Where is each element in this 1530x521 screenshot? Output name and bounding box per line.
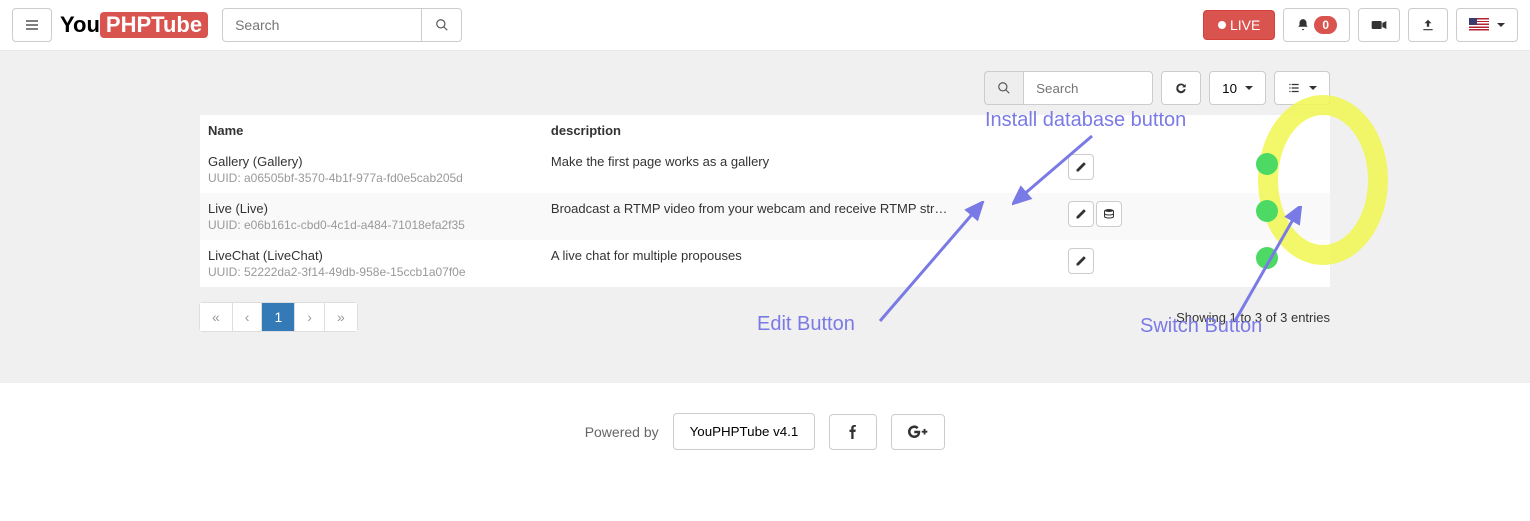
camera-icon <box>1371 19 1387 31</box>
page-last[interactable]: » <box>325 303 357 331</box>
main-area: 10 Name description Gallery (Gallery) UUI… <box>0 51 1530 382</box>
googleplus-button[interactable] <box>891 414 945 450</box>
upload-button[interactable] <box>1408 8 1448 42</box>
edit-button[interactable] <box>1068 201 1094 227</box>
row-uuid: UUID: a06505bf-3570-4b1f-977a-fd0e5cab20… <box>208 171 535 185</box>
search-icon <box>997 81 1011 95</box>
entries-info: Showing 1 to 3 of 3 entries <box>1176 310 1330 325</box>
logo-you: You <box>60 12 100 38</box>
col-description-header[interactable]: description <box>543 115 1060 146</box>
row-description: Make the first page works as a gallery <box>543 146 1060 193</box>
table-toolbar: 10 <box>200 71 1330 105</box>
table-search-group <box>984 71 1153 105</box>
edit-icon <box>1075 208 1087 220</box>
page-size-dropdown[interactable]: 10 <box>1209 71 1266 105</box>
toggle-knob <box>1256 200 1278 222</box>
page-size-value: 10 <box>1222 81 1237 96</box>
live-label: LIVE <box>1230 17 1260 33</box>
search-icon <box>435 18 449 32</box>
edit-button[interactable] <box>1068 248 1094 274</box>
bell-icon <box>1296 18 1310 32</box>
menu-toggle-button[interactable] <box>12 8 52 42</box>
columns-dropdown[interactable] <box>1274 71 1330 105</box>
row-uuid: UUID: 52222da2-3f14-49db-958e-15ccb1a07f… <box>208 265 535 279</box>
upload-icon <box>1421 18 1435 32</box>
plugins-table: Name description Gallery (Gallery) UUID: … <box>200 115 1330 287</box>
page-1[interactable]: 1 <box>262 303 294 331</box>
caret-down-icon <box>1245 86 1253 90</box>
row-name: Live (Live) <box>208 201 535 216</box>
powered-by-label: Powered by <box>585 424 659 440</box>
edit-icon <box>1075 255 1087 267</box>
caret-down-icon <box>1497 23 1505 27</box>
row-name: Gallery (Gallery) <box>208 154 535 169</box>
footer: Powered by YouPHPTube v4.1 <box>0 382 1530 480</box>
live-button[interactable]: LIVE <box>1203 10 1275 40</box>
nav-right: LIVE 0 <box>1203 8 1518 42</box>
pagination: « ‹ 1 › » <box>200 302 358 332</box>
flag-us-icon <box>1469 18 1489 32</box>
row-description: A live chat for multiple propouses <box>543 240 1060 287</box>
top-navbar: YouPHPTube LIVE 0 <box>0 0 1530 51</box>
language-button[interactable] <box>1456 8 1518 42</box>
global-search-button[interactable] <box>422 8 462 42</box>
table-search-addon <box>984 71 1023 105</box>
pager-row: « ‹ 1 › » Showing 1 to 3 of 3 entries <box>200 302 1330 332</box>
col-name-header[interactable]: Name <box>200 115 543 146</box>
refresh-icon <box>1174 81 1188 95</box>
row-description: Broadcast a RTMP video from your webcam … <box>543 193 1060 240</box>
caret-down-icon <box>1309 86 1317 90</box>
database-icon <box>1103 208 1115 220</box>
table-row: Gallery (Gallery) UUID: a06505bf-3570-4b1… <box>200 146 1330 193</box>
notification-badge: 0 <box>1314 16 1337 34</box>
hamburger-icon <box>24 17 40 33</box>
table-search-input[interactable] <box>1023 71 1153 105</box>
page-next[interactable]: › <box>295 303 324 331</box>
version-label: YouPHPTube v4.1 <box>690 424 799 439</box>
logo-phptube: PHPTube <box>100 12 208 38</box>
global-search-input[interactable] <box>222 8 422 42</box>
facebook-icon <box>846 425 860 439</box>
toggle-knob <box>1256 153 1278 175</box>
page-first[interactable]: « <box>200 303 232 331</box>
version-button[interactable]: YouPHPTube v4.1 <box>673 413 816 450</box>
table-row: Live (Live) UUID: e06b161c-cbd0-4c1d-a484… <box>200 193 1330 240</box>
table-row: LiveChat (LiveChat) UUID: 52222da2-3f14-4… <box>200 240 1330 287</box>
camera-button[interactable] <box>1358 8 1400 42</box>
googleplus-icon <box>908 425 928 439</box>
list-icon <box>1287 81 1301 95</box>
notifications-button[interactable]: 0 <box>1283 8 1350 42</box>
facebook-button[interactable] <box>829 414 877 450</box>
refresh-button[interactable] <box>1161 71 1201 105</box>
logo[interactable]: YouPHPTube <box>60 12 208 38</box>
global-search-group <box>222 8 462 42</box>
edit-button[interactable] <box>1068 154 1094 180</box>
row-uuid: UUID: e06b161c-cbd0-4c1d-a484-71018efa2f… <box>208 218 535 232</box>
toggle-knob <box>1256 247 1278 269</box>
edit-icon <box>1075 161 1087 173</box>
page-prev[interactable]: ‹ <box>233 303 262 331</box>
install-db-button[interactable] <box>1096 201 1122 227</box>
row-name: LiveChat (LiveChat) <box>208 248 535 263</box>
